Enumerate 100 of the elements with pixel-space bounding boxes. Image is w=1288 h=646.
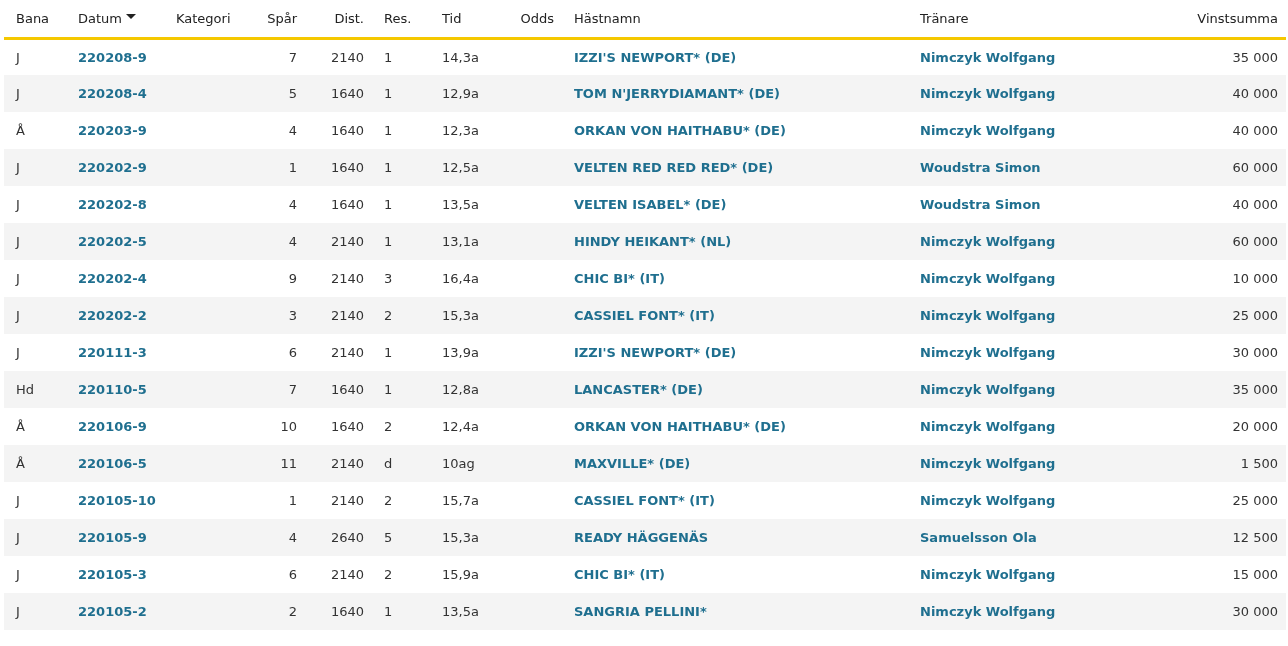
post-position-cell: 3 — [288, 307, 297, 323]
prize-cell: 30 000 — [1232, 344, 1278, 360]
distance-cell: 1640 — [330, 85, 364, 101]
column-header[interactable]: Datum — [78, 10, 122, 26]
date-link[interactable]: 220105-3 — [78, 566, 147, 582]
column-header[interactable]: Tränare — [920, 10, 969, 26]
result-cell: 1 — [384, 159, 393, 175]
prize-cell: 40 000 — [1232, 122, 1278, 138]
date-link[interactable]: 220106-9 — [78, 418, 147, 434]
horse-name-link[interactable]: LANCASTER* (DE) — [574, 381, 703, 397]
column-header[interactable]: Dist. — [334, 10, 364, 26]
horse-name-link[interactable]: CHIC BI* (IT) — [574, 566, 665, 582]
result-cell: 2 — [384, 307, 393, 323]
trainer-link[interactable]: Nimczyk Wolfgang — [920, 566, 1056, 582]
horse-name-link[interactable]: SANGRIA PELLINI* — [574, 603, 707, 619]
date-link[interactable]: 220208-9 — [78, 49, 147, 65]
prize-cell: 40 000 — [1232, 85, 1278, 101]
trainer-link[interactable]: Nimczyk Wolfgang — [920, 418, 1056, 434]
track-cell: J — [16, 529, 20, 545]
prize-cell: 10 000 — [1232, 270, 1278, 286]
result-cell: 1 — [384, 233, 393, 249]
post-position-cell: 4 — [288, 196, 297, 212]
distance-cell: 1640 — [330, 381, 364, 397]
distance-cell: 2140 — [330, 344, 364, 360]
trainer-link[interactable]: Nimczyk Wolfgang — [920, 344, 1056, 360]
horse-name-link[interactable]: IZZI'S NEWPORT* (DE) — [574, 49, 737, 65]
track-cell: J — [16, 196, 20, 212]
post-position-cell: 4 — [288, 122, 297, 138]
date-link[interactable]: 220203-9 — [78, 122, 147, 138]
column-header[interactable]: Kategori — [176, 10, 231, 26]
result-cell: 2 — [384, 492, 393, 508]
horse-name-link[interactable]: MAXVILLE* (DE) — [574, 455, 691, 471]
result-cell: 1 — [384, 196, 393, 212]
trainer-link[interactable]: Nimczyk Wolfgang — [920, 492, 1056, 508]
time-cell: 15,9a — [442, 566, 479, 582]
result-cell: 5 — [384, 529, 393, 545]
prize-cell: 15 000 — [1232, 566, 1278, 582]
result-cell: 1 — [384, 49, 393, 65]
horse-name-link[interactable]: ORKAN VON HAITHABU* (DE) — [574, 418, 786, 434]
horse-name-link[interactable]: HINDY HEIKANT* (NL) — [574, 233, 732, 249]
prize-cell: 20 000 — [1232, 418, 1278, 434]
distance-cell: 1640 — [330, 603, 364, 619]
date-link[interactable]: 220202-4 — [78, 270, 147, 286]
column-header[interactable]: Odds — [520, 10, 554, 26]
result-cell: 2 — [384, 566, 393, 582]
column-header[interactable]: Res. — [384, 10, 412, 26]
column-header[interactable]: Bana — [16, 10, 50, 26]
date-link[interactable]: 220111-3 — [78, 344, 147, 360]
column-header[interactable]: Spår — [267, 10, 297, 26]
post-position-cell: 1 — [288, 492, 297, 508]
trainer-link[interactable]: Nimczyk Wolfgang — [920, 122, 1056, 138]
result-cell: 1 — [384, 603, 393, 619]
distance-cell: 2140 — [330, 49, 364, 65]
column-header[interactable]: Hästnamn — [574, 10, 641, 26]
time-cell: 12,3a — [442, 122, 479, 138]
post-position-cell: 9 — [288, 270, 297, 286]
track-cell: J — [16, 85, 20, 101]
prize-cell: 40 000 — [1232, 196, 1278, 212]
prize-cell: 35 000 — [1232, 381, 1278, 397]
date-link[interactable]: 220105-10 — [78, 492, 156, 508]
result-cell: 2 — [384, 418, 393, 434]
result-cell: 1 — [384, 122, 393, 138]
time-cell: 15,3a — [442, 307, 479, 323]
distance-cell: 2140 — [330, 233, 364, 249]
horse-name-link[interactable]: CASSIEL FONT* (IT) — [574, 492, 715, 508]
prize-cell: 60 000 — [1232, 159, 1278, 175]
distance-cell: 2140 — [330, 492, 364, 508]
time-cell: 15,7a — [442, 492, 479, 508]
time-cell: 15,3a — [442, 529, 479, 545]
track-cell: J — [16, 603, 20, 619]
result-cell: 1 — [384, 344, 393, 360]
result-cell: 1 — [384, 381, 393, 397]
column-header[interactable]: Tid — [442, 10, 462, 26]
track-cell: Å — [16, 455, 25, 471]
track-cell: J — [16, 233, 20, 249]
horse-name-link[interactable]: CHIC BI* (IT) — [574, 270, 665, 286]
trainer-link[interactable]: Woudstra Simon — [920, 196, 1041, 212]
horse-name-link[interactable]: ORKAN VON HAITHABU* (DE) — [574, 122, 786, 138]
time-cell: 16,4a — [442, 270, 479, 286]
time-cell: 12,9a — [442, 85, 479, 101]
result-cell: 3 — [384, 270, 393, 286]
trainer-link[interactable]: Nimczyk Wolfgang — [920, 49, 1056, 65]
horse-name-link[interactable]: VELTEN ISABEL* (DE) — [574, 196, 727, 212]
distance-cell: 2140 — [330, 307, 364, 323]
horse-name-link[interactable]: READY HÄGGENÄS — [574, 529, 709, 545]
post-position-cell: 7 — [288, 49, 297, 65]
date-link[interactable]: 220202-8 — [78, 196, 147, 212]
post-position-cell: 6 — [288, 566, 297, 582]
result-cell: 1 — [384, 85, 393, 101]
post-position-cell: 10 — [280, 418, 297, 434]
column-header[interactable]: Vinstsumma — [1197, 10, 1278, 26]
horse-name-link[interactable]: IZZI'S NEWPORT* (DE) — [574, 344, 737, 360]
distance-cell: 2140 — [330, 455, 364, 471]
trainer-link[interactable]: Nimczyk Wolfgang — [920, 270, 1056, 286]
horse-name-link[interactable]: CASSIEL FONT* (IT) — [574, 307, 715, 323]
distance-cell: 2140 — [330, 270, 364, 286]
distance-cell: 2640 — [330, 529, 364, 545]
distance-cell: 1640 — [330, 159, 364, 175]
distance-cell: 2140 — [330, 566, 364, 582]
time-cell: 14,3a — [442, 49, 479, 65]
